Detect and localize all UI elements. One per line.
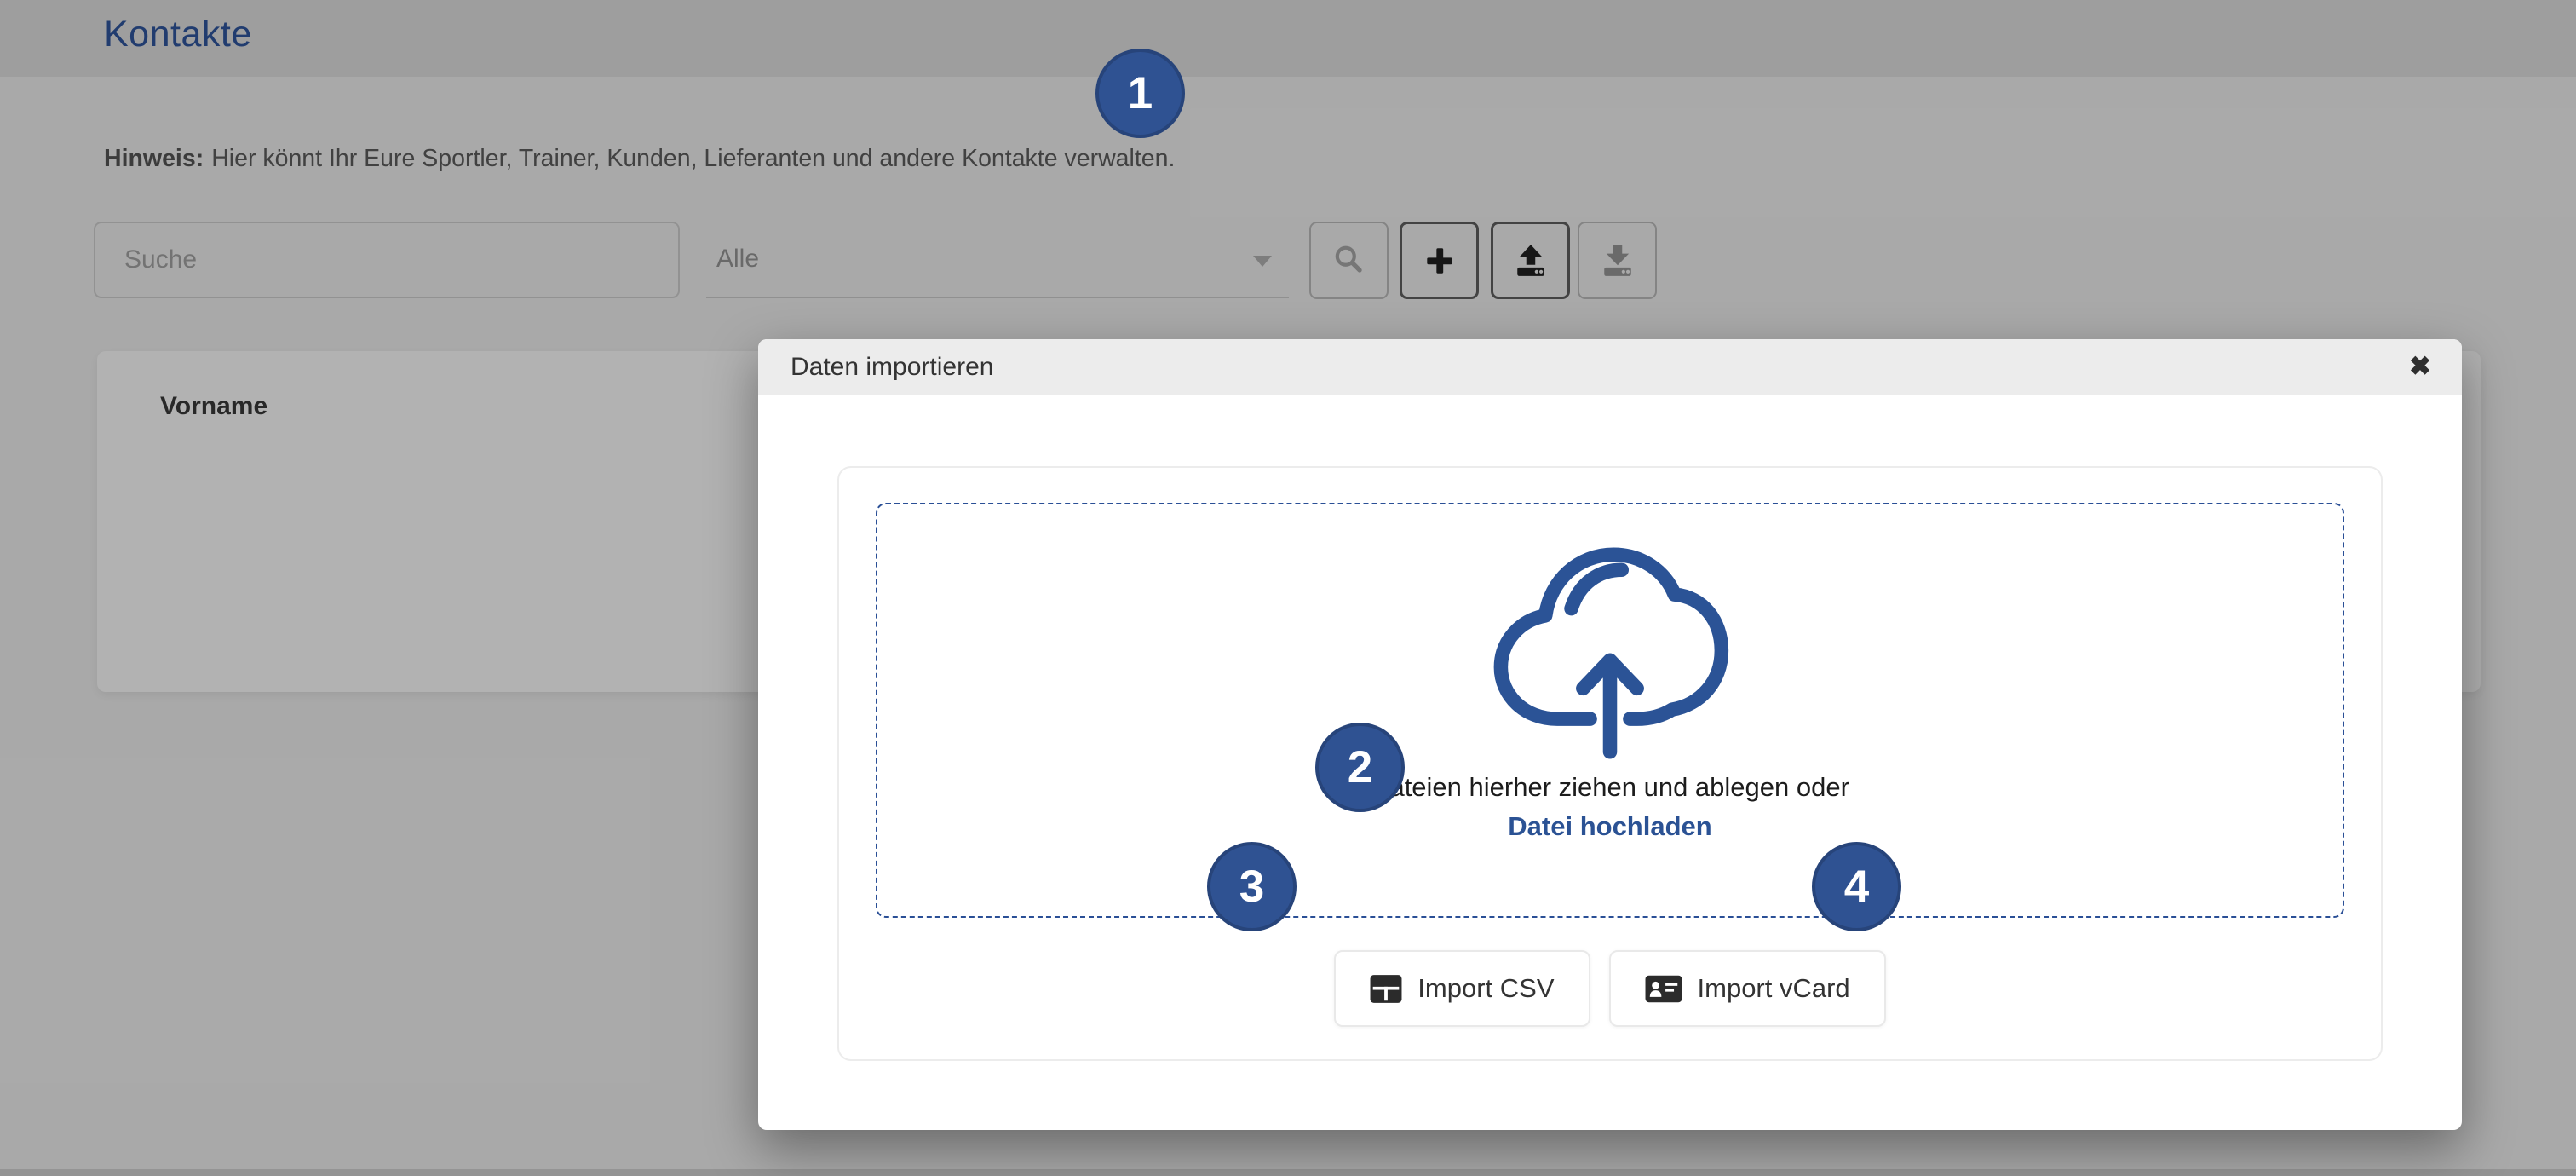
annotation-badge-2: 2 — [1315, 723, 1405, 812]
modal-title: Daten importieren — [791, 339, 993, 395]
import-vcard-button[interactable]: Import vCard — [1609, 950, 1886, 1027]
address-card-icon — [1645, 975, 1682, 1003]
file-dropzone[interactable]: Dateien hierher ziehen und ablegen oder … — [876, 503, 2344, 918]
annotation-badge-1: 1 — [1095, 49, 1185, 138]
import-panel: Dateien hierher ziehen und ablegen oder … — [837, 466, 2383, 1061]
annotation-badge-4: 4 — [1812, 842, 1901, 931]
import-csv-label: Import CSV — [1417, 973, 1554, 1004]
import-csv-button[interactable]: Import CSV — [1334, 950, 1590, 1027]
import-dialog: Daten importieren ✖ Dateien hierher zieh… — [758, 339, 2462, 1130]
upload-file-link[interactable]: Datei hochladen — [1508, 811, 1711, 842]
dropzone-instruction: Dateien hierher ziehen und ablegen oder — [877, 772, 2343, 803]
annotation-badge-3: 3 — [1207, 842, 1297, 931]
modal-header: Daten importieren ✖ — [758, 339, 2462, 395]
import-vcard-label: Import vCard — [1698, 973, 1850, 1004]
table-icon — [1370, 974, 1402, 1004]
import-buttons-row: Import CSV Import vCard — [839, 950, 2381, 1027]
cloud-upload-icon — [1486, 533, 1734, 764]
page-background: { "colors": { "primary_blue": "#2B5396",… — [0, 0, 2576, 1176]
close-button[interactable]: ✖ — [2399, 339, 2441, 394]
